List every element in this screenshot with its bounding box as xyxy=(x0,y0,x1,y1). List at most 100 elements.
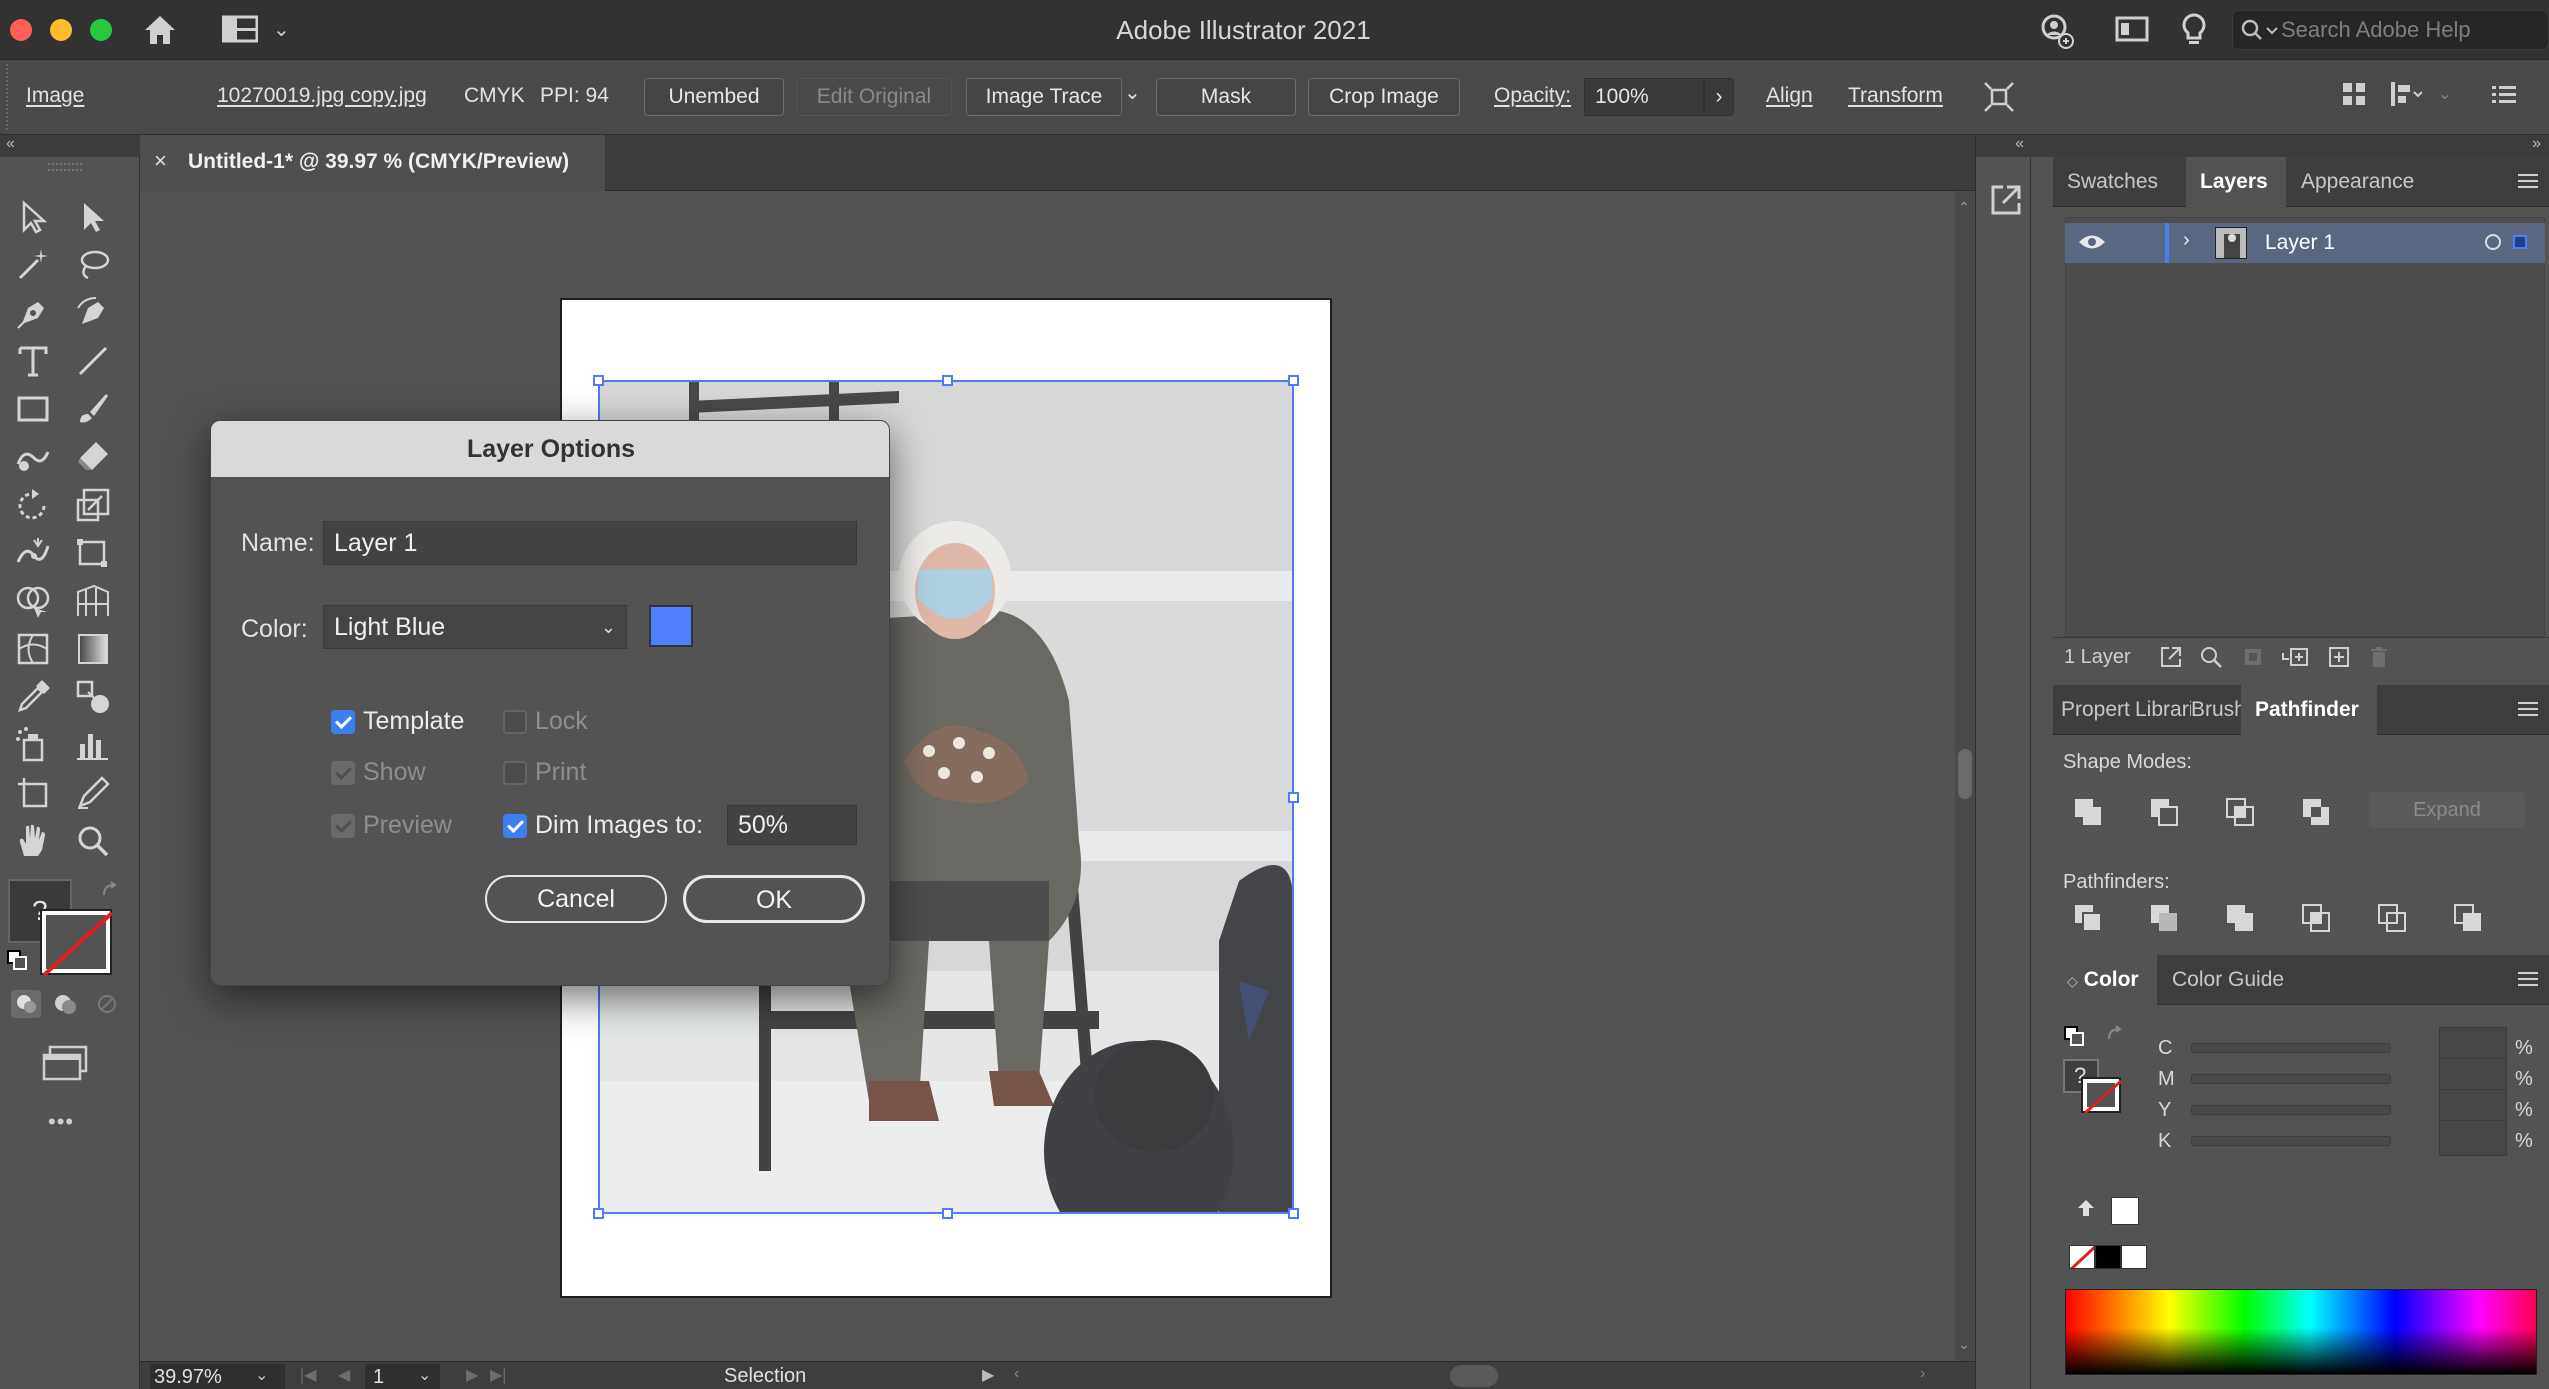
paintbrush-tool-icon[interactable] xyxy=(68,387,118,431)
visibility-eye-icon[interactable] xyxy=(2077,231,2107,258)
chevron-down-icon[interactable]: ⌄ xyxy=(2438,84,2451,104)
zoom-tool-icon[interactable] xyxy=(68,819,118,863)
outline-icon[interactable] xyxy=(2377,903,2409,940)
collect-for-export-icon[interactable] xyxy=(2159,645,2183,674)
toolbar-grip[interactable] xyxy=(48,163,82,171)
align-grid-icon[interactable] xyxy=(2340,80,2368,113)
shaper-tool-icon[interactable] xyxy=(8,435,58,479)
panel-menu-icon[interactable] xyxy=(2517,699,2539,724)
eyedropper-tool-icon[interactable] xyxy=(8,675,58,719)
cyan-slider[interactable] xyxy=(2191,1043,2391,1053)
dim-images-checkbox[interactable] xyxy=(503,814,527,838)
yellow-slider[interactable] xyxy=(2191,1105,2391,1115)
eraser-tool-icon[interactable] xyxy=(68,435,118,479)
print-checkbox[interactable] xyxy=(503,761,527,785)
swap-fill-stroke-icon[interactable] xyxy=(100,879,122,906)
scroll-right-icon[interactable]: › xyxy=(1920,1365,1925,1383)
panel-menu-icon[interactable] xyxy=(2517,969,2539,994)
current-tool-status[interactable]: Selection xyxy=(724,1365,806,1388)
dock-collapse-arrows[interactable]: « xyxy=(1976,135,2032,157)
arrange-documents-icon[interactable] xyxy=(2115,15,2149,48)
color-mode-icon[interactable] xyxy=(10,989,44,1024)
export-panel-icon[interactable] xyxy=(1989,183,2023,222)
shape-builder-tool-icon[interactable] xyxy=(8,579,58,623)
ok-button[interactable]: OK xyxy=(683,875,865,923)
previous-artboard-icon[interactable]: ◀ xyxy=(338,1365,350,1385)
default-fill-stroke-icon[interactable] xyxy=(6,949,28,976)
next-artboard-icon[interactable]: ▶ xyxy=(466,1365,478,1385)
layer-color-select[interactable]: Light Blue ⌄ xyxy=(323,605,627,649)
control-bar-menu-icon[interactable] xyxy=(2490,80,2518,113)
mesh-tool-icon[interactable] xyxy=(8,627,58,671)
help-search-input[interactable] xyxy=(2281,17,2541,43)
black-slider[interactable] xyxy=(2191,1136,2391,1146)
puppet-warp-tool-icon[interactable] xyxy=(8,531,58,575)
default-colors-icon[interactable] xyxy=(2063,1025,2085,1052)
resize-handle-bottom-right[interactable] xyxy=(1288,1208,1299,1219)
tab-color-guide[interactable]: Color Guide xyxy=(2158,955,2322,1005)
opacity-input[interactable]: 100% xyxy=(1584,78,1704,116)
resize-handle-top[interactable] xyxy=(942,375,953,386)
scrollbar-thumb[interactable] xyxy=(1958,749,1972,799)
expand-button[interactable]: Expand xyxy=(2369,792,2525,828)
resize-handle-bottom-left[interactable] xyxy=(593,1208,604,1219)
none-mode-icon[interactable] xyxy=(94,991,122,1022)
color-spectrum[interactable] xyxy=(2065,1289,2537,1375)
pen-tool-icon[interactable] xyxy=(8,291,58,335)
template-checkbox[interactable] xyxy=(331,710,355,734)
transform-link[interactable]: Transform xyxy=(1848,84,1943,108)
tab-properties[interactable]: Propert xyxy=(2053,685,2131,735)
divide-icon[interactable] xyxy=(2073,903,2105,940)
scroll-up-icon[interactable]: ⌃ xyxy=(1958,199,1970,216)
document-tab[interactable]: × Untitled-1* @ 39.97 % (CMYK/Preview) xyxy=(140,135,605,191)
column-graph-tool-icon[interactable] xyxy=(68,723,118,767)
tab-layers[interactable]: Layers xyxy=(2186,157,2286,207)
dialog-title-bar[interactable]: Layer Options xyxy=(211,421,889,477)
dim-images-percent-field[interactable]: 50% xyxy=(727,805,857,845)
gradient-tool-icon[interactable] xyxy=(68,627,118,671)
layer-color-swatch[interactable] xyxy=(649,605,693,647)
unembed-button[interactable]: Unembed xyxy=(644,78,784,116)
gradient-mode-icon[interactable] xyxy=(52,991,80,1022)
crop-icon[interactable] xyxy=(2301,903,2333,940)
zoom-chevron-down-icon[interactable]: ⌄ xyxy=(255,1365,268,1385)
trim-icon[interactable] xyxy=(2149,903,2181,940)
out-of-gamut-warning-icon[interactable] xyxy=(2075,1197,2097,1224)
minus-back-icon[interactable] xyxy=(2453,903,2485,940)
color-stroke-swatch[interactable] xyxy=(2081,1077,2122,1115)
screen-mode-icon[interactable] xyxy=(40,1045,90,1086)
selection-tool-icon[interactable] xyxy=(8,195,58,239)
opacity-slider-arrow-icon[interactable]: › xyxy=(1704,78,1734,116)
layer-name[interactable]: Layer 1 xyxy=(2265,231,2335,255)
horizontal-scrollbar-thumb[interactable] xyxy=(1450,1365,1498,1387)
expand-layer-chevron-icon[interactable]: › xyxy=(2183,229,2190,252)
scale-tool-icon[interactable] xyxy=(68,483,118,527)
mask-button[interactable]: Mask xyxy=(1156,78,1296,116)
collapse-panel-icon[interactable]: ◇ xyxy=(2067,973,2078,989)
create-new-layer-icon[interactable] xyxy=(2327,645,2351,674)
direct-selection-tool-icon[interactable] xyxy=(68,195,118,239)
align-link[interactable]: Align xyxy=(1766,84,1813,108)
hand-tool-icon[interactable] xyxy=(8,819,58,863)
tab-brushes[interactable]: Brushe xyxy=(2187,685,2243,735)
status-menu-arrow-icon[interactable]: ▶ xyxy=(982,1365,994,1385)
creative-cloud-user-icon[interactable] xyxy=(2037,13,2075,54)
toolbar-collapse-arrows[interactable]: « xyxy=(0,135,140,157)
perspective-grid-tool-icon[interactable] xyxy=(68,579,118,623)
show-checkbox[interactable] xyxy=(331,761,355,785)
tab-libraries[interactable]: Librarie xyxy=(2131,685,2191,735)
tab-appearance[interactable]: Appearance xyxy=(2287,157,2437,207)
cancel-button[interactable]: Cancel xyxy=(485,875,667,923)
layers-list[interactable] xyxy=(2065,217,2545,637)
blend-tool-icon[interactable] xyxy=(68,675,118,719)
resize-handle-top-right[interactable] xyxy=(1288,375,1299,386)
tab-color[interactable]: ◇ Color xyxy=(2053,955,2157,1005)
artboard-tool-icon[interactable] xyxy=(8,771,58,815)
type-tool-icon[interactable] xyxy=(8,339,58,383)
free-transform-tool-icon[interactable] xyxy=(68,531,118,575)
lasso-tool-icon[interactable] xyxy=(68,243,118,287)
swap-colors-icon[interactable] xyxy=(2105,1023,2127,1050)
artboard-chevron-down-icon[interactable]: ⌄ xyxy=(418,1365,431,1385)
minus-front-icon[interactable] xyxy=(2149,797,2181,834)
close-document-icon[interactable]: × xyxy=(154,148,167,174)
